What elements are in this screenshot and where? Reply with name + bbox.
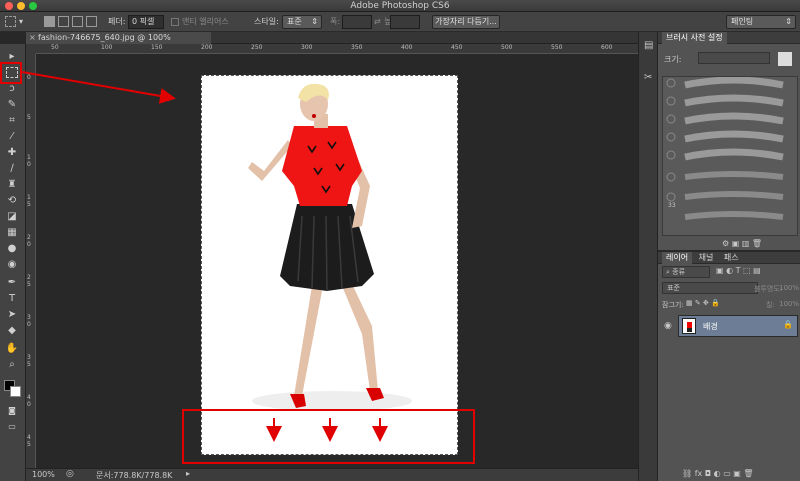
layer-filter-select[interactable]: ⌕ 종류 xyxy=(662,266,710,278)
panel-dock-strip: ▤ ✂ xyxy=(638,32,658,481)
tab-layers[interactable]: 레이어 xyxy=(662,252,693,264)
brush-strokes-preview xyxy=(666,76,784,220)
lock-label: 잠그기: xyxy=(662,301,684,309)
search-icon: ⌕ xyxy=(666,268,670,276)
layers-panel: 레이어 채널 패스 ⌕ 종류 ▣ ◐ T ⬚ ▤ 표준 불투명도: 100% 잠… xyxy=(658,252,800,481)
lock-icon: 🔒 xyxy=(783,320,793,329)
brush-panel-footer-icons[interactable]: ⚙ ▣ ▥ 🗑 xyxy=(722,239,762,248)
eye-icon[interactable]: ◉ xyxy=(664,321,672,331)
brush-panel-header: 브러시 사전 설정 xyxy=(658,32,800,44)
status-menu-icon[interactable]: ◎ xyxy=(66,469,74,479)
layer-row[interactable]: 배경 🔒 xyxy=(678,315,798,337)
opacity-value[interactable]: 100% xyxy=(779,284,799,292)
layer-name: 배경 xyxy=(703,322,718,331)
fill-value[interactable]: 100% xyxy=(779,300,799,308)
fill-label: 칠: xyxy=(766,301,775,309)
zoom-level[interactable]: 100% xyxy=(32,470,55,479)
document-info: 문서:778.8K/778.8K xyxy=(96,471,173,480)
marquee-tool-highlight xyxy=(0,62,22,84)
layers-panel-tabs: 레이어 채널 패스 xyxy=(658,252,800,264)
canvas-extension-highlight xyxy=(182,409,475,464)
brush-size-slider[interactable] xyxy=(698,52,770,64)
brush-size-label: 크기: xyxy=(664,55,682,64)
layer-filter-label: 종류 xyxy=(672,268,686,276)
tab-paths[interactable]: 패스 xyxy=(720,252,743,264)
blend-mode-select[interactable]: 표준 xyxy=(662,282,758,294)
opacity-label: 불투명도: xyxy=(754,285,783,293)
brush-panel-title[interactable]: 브러시 사전 설정 xyxy=(662,32,727,44)
layer-filter-icons[interactable]: ▣ ◐ T ⬚ ▤ xyxy=(716,266,761,275)
pointer-arrow xyxy=(21,71,176,104)
new-brush-icon[interactable] xyxy=(778,52,792,66)
status-bar: 100% ◎ 문서:778.8K/778.8K ▸ xyxy=(26,468,638,481)
blend-mode-value: 표준 xyxy=(667,284,680,292)
tab-channels[interactable]: 채널 xyxy=(695,252,718,264)
brush-panel-icon[interactable]: ▤ xyxy=(644,40,653,51)
brush-list[interactable]: 33 xyxy=(662,76,798,236)
brush-presets-panel: 브러시 사전 설정 크기: 33 ⚙ ▣ ▥ 🗑 xyxy=(658,32,800,250)
layer-thumbnail xyxy=(682,318,696,334)
lock-icons[interactable]: ▦ ✎ ✥ 🔒 xyxy=(686,299,720,307)
status-arrow-icon[interactable]: ▸ xyxy=(186,469,190,478)
clone-source-icon[interactable]: ✂ xyxy=(644,72,652,83)
layers-footer-icons[interactable]: ⛓ fx ◘ ◐ ▭ ▣ 🗑 xyxy=(682,469,754,478)
brush-size-value: 33 xyxy=(668,202,676,209)
